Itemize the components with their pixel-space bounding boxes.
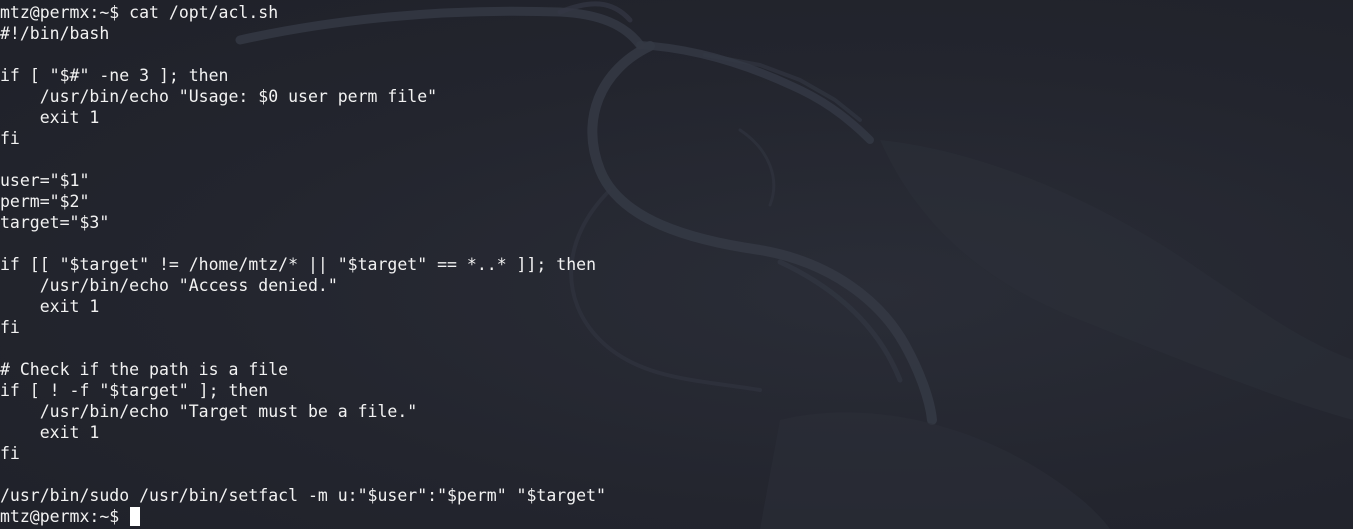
output-line: if [ "$#" -ne 3 ]; then — [0, 66, 229, 85]
output-line: # Check if the path is a file — [0, 360, 289, 379]
output-line: #!/bin/bash — [0, 24, 110, 43]
output-line: perm="$2" — [0, 192, 90, 211]
command-line: mtz@permx:~$ cat /opt/acl.sh — [0, 2, 606, 23]
output-line: /usr/bin/echo "Access denied." — [0, 276, 338, 295]
output-line: exit 1 — [0, 297, 100, 316]
command-text: cat /opt/acl.sh — [129, 3, 279, 22]
output-line: target="$3" — [0, 213, 110, 232]
input-line[interactable]: mtz@permx:~$ — [0, 506, 606, 527]
output-line: user="$1" — [0, 171, 90, 190]
shell-prompt: mtz@permx:~$ — [0, 507, 120, 526]
output-line: /usr/bin/sudo /usr/bin/setfacl -m u:"$us… — [0, 486, 606, 505]
output-line: exit 1 — [0, 108, 100, 127]
output-line: fi — [0, 444, 20, 463]
shell-prompt: mtz@permx:~$ — [0, 3, 120, 22]
output-line: if [ ! -f "$target" ]; then — [0, 381, 269, 400]
output-line: fi — [0, 318, 20, 337]
output-line: /usr/bin/echo "Target must be a file." — [0, 402, 418, 421]
terminal-window[interactable]: mtz@permx:~$ cat /opt/acl.sh #!/bin/bash i… — [0, 0, 1353, 529]
terminal-output: mtz@permx:~$ cat /opt/acl.sh #!/bin/bash i… — [0, 2, 606, 527]
output-line: exit 1 — [0, 423, 100, 442]
output-line: if [[ "$target" != /home/mtz/* || "$targ… — [0, 255, 597, 274]
output-line: fi — [0, 129, 20, 148]
terminal-cursor — [130, 507, 141, 526]
output-line: /usr/bin/echo "Usage: $0 user perm file" — [0, 87, 438, 106]
